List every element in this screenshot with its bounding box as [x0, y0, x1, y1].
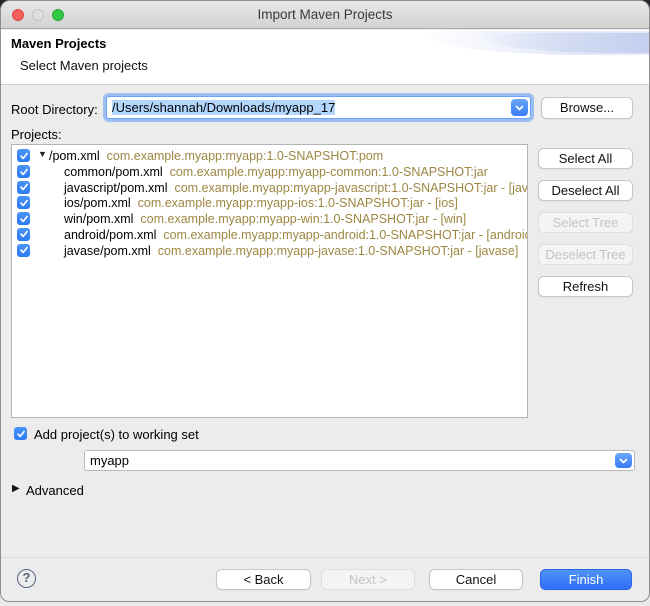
project-row[interactable]: ▼ /pom.xml com.example.myapp:myapp:1.0-S…: [12, 148, 527, 164]
project-path: javascript/pom.xml com.example.myapp:mya…: [64, 180, 528, 195]
page-title: Maven Projects: [11, 36, 107, 51]
back-button[interactable]: < Back: [216, 569, 311, 590]
checked-checkbox[interactable]: [17, 165, 30, 178]
footer-separator: [1, 557, 649, 558]
project-row[interactable]: ios/pom.xml com.example.myapp:myapp-ios:…: [12, 195, 527, 211]
maven-coords: com.example.myapp:myapp-win:1.0-SNAPSHOT…: [140, 212, 467, 227]
import-maven-projects-dialog: Import Maven Projects Maven Projects Sel…: [0, 0, 650, 602]
project-path: ios/pom.xml com.example.myapp:myapp-ios:…: [64, 196, 458, 211]
disclosure-triangle-icon[interactable]: ▼: [38, 149, 47, 159]
maven-coords: com.example.myapp:myapp-android:1.0-SNAP…: [163, 227, 528, 242]
maven-coords: com.example.myapp:myapp-common:1.0-SNAPS…: [169, 165, 488, 179]
root-directory-value[interactable]: /Users/shannah/Downloads/myapp_17: [112, 100, 336, 115]
working-set-value[interactable]: myapp: [90, 453, 129, 468]
window-title: Import Maven Projects: [257, 7, 393, 22]
project-path: common/pom.xml com.example.myapp:myapp-c…: [64, 165, 488, 179]
working-set-combo[interactable]: myapp: [84, 450, 635, 471]
refresh-button[interactable]: Refresh: [538, 276, 633, 297]
projects-list[interactable]: ▼ /pom.xml com.example.myapp:myapp:1.0-S…: [11, 144, 528, 418]
maven-coords: com.example.myapp:myapp-javase:1.0-SNAPS…: [157, 243, 519, 258]
project-path: android/pom.xml com.example.myapp:myapp-…: [64, 227, 528, 242]
project-row[interactable]: common/pom.xml com.example.myapp:myapp-c…: [12, 164, 527, 180]
finish-button[interactable]: Finish: [540, 569, 632, 590]
maven-coords: com.example.myapp:myapp-javascript:1.0-S…: [174, 180, 528, 195]
checked-checkbox[interactable]: [17, 227, 30, 241]
wizard-header: Maven Projects Select Maven projects: [1, 30, 649, 85]
project-row[interactable]: javascript/pom.xml com.example.myapp:mya…: [12, 180, 527, 196]
project-path: win/pom.xml com.example.myapp:myapp-win:…: [64, 212, 467, 227]
titlebar[interactable]: Import Maven Projects: [1, 1, 649, 29]
select-all-button[interactable]: Select All: [538, 148, 633, 169]
chevron-down-icon[interactable]: [615, 453, 632, 468]
maven-coords: com.example.myapp:myapp:1.0-SNAPSHOT:pom: [106, 149, 384, 163]
help-icon[interactable]: ?: [17, 569, 36, 588]
working-set-label[interactable]: Add project(s) to working set: [34, 427, 199, 442]
checked-checkbox[interactable]: [17, 212, 30, 226]
cancel-button[interactable]: Cancel: [429, 569, 523, 590]
maven-coords: com.example.myapp:myapp-ios:1.0-SNAPSHOT…: [137, 196, 458, 211]
working-set-checkbox[interactable]: [14, 427, 27, 440]
browse-button[interactable]: Browse...: [541, 97, 633, 119]
project-row[interactable]: javase/pom.xml com.example.myapp:myapp-j…: [12, 243, 527, 259]
deselect-tree-button: Deselect Tree: [538, 244, 633, 265]
checked-checkbox[interactable]: [17, 180, 30, 194]
project-path: javase/pom.xml com.example.myapp:myapp-j…: [64, 243, 519, 258]
project-row[interactable]: win/pom.xml com.example.myapp:myapp-win:…: [12, 211, 527, 227]
checked-checkbox[interactable]: [17, 243, 30, 257]
next-button: Next >: [321, 569, 415, 590]
advanced-disclosure-icon[interactable]: ▶: [12, 483, 20, 494]
project-row[interactable]: android/pom.xml com.example.myapp:myapp-…: [12, 227, 527, 243]
chevron-down-icon[interactable]: [511, 99, 528, 116]
root-directory-label: Root Directory:: [11, 102, 98, 117]
deselect-all-button[interactable]: Deselect All: [538, 180, 633, 201]
select-tree-button: Select Tree: [538, 212, 633, 233]
project-path: /pom.xml com.example.myapp:myapp:1.0-SNA…: [49, 149, 384, 163]
checked-checkbox[interactable]: [17, 149, 30, 162]
checked-checkbox[interactable]: [17, 196, 30, 210]
advanced-section-label[interactable]: Advanced: [26, 483, 84, 498]
projects-label: Projects:: [11, 127, 62, 142]
page-subtitle: Select Maven projects: [20, 58, 148, 73]
root-directory-combo[interactable]: /Users/shannah/Downloads/myapp_17: [106, 96, 531, 119]
